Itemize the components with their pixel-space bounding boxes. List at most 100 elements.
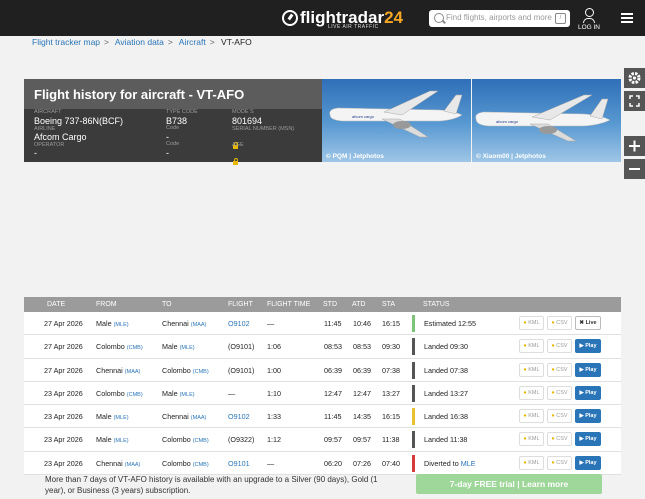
csv-download-button[interactable]: ● CSV — [547, 409, 572, 424]
mode-s-label: MODE S — [232, 109, 254, 115]
csv-download-button[interactable]: ● CSV — [547, 316, 572, 330]
play-button[interactable]: ▶ Play — [575, 339, 601, 354]
logo-icon — [282, 10, 298, 26]
to-cell[interactable]: Colombo (CMB) — [162, 366, 209, 375]
age-lock-icon[interactable] — [233, 151, 238, 169]
to-cell[interactable]: Chennai (MAA) — [162, 412, 206, 421]
kml-download-button[interactable]: ● KML — [519, 455, 544, 470]
airline-value[interactable]: Afcom Cargo — [34, 132, 87, 142]
flight-time-cell: — — [267, 458, 275, 468]
play-button[interactable]: ▶ Play — [575, 409, 601, 424]
serial-number-label: SERIAL NUMBER (MSN) — [232, 126, 295, 132]
status-cell: Diverted to MLE — [424, 458, 476, 468]
table-row[interactable]: 27 Apr 2026 Colombo (CMB) Male (MLE) (O9… — [24, 335, 621, 359]
flight-number-cell[interactable]: O9101 — [228, 459, 250, 468]
type-code-label: TYPE CODE — [166, 109, 198, 115]
kml-download-button[interactable]: ● KML — [519, 409, 544, 424]
flight-history-table-body: 27 Apr 2026 Male (MLE) Chennai (MAA) O91… — [24, 312, 621, 476]
breadcrumb-flight-tracker-map[interactable]: Flight tracker map — [32, 37, 100, 47]
free-trial-button[interactable]: 7-day FREE trial | Learn more — [416, 474, 602, 494]
breadcrumb-aircraft[interactable]: Aircraft — [179, 37, 206, 47]
table-row[interactable]: 23 Apr 2026 Male (MLE) Colombo (CMB) (O9… — [24, 428, 621, 452]
to-cell[interactable]: Male (MLE) — [162, 389, 195, 398]
search-shortcut-key: / — [555, 13, 566, 24]
from-cell[interactable]: Male (MLE) — [96, 319, 129, 328]
atd-cell: 12:47 — [353, 388, 371, 398]
play-icon: ▶ — [579, 366, 584, 373]
code2-label: Code — [166, 141, 180, 147]
csv-download-button[interactable]: ● CSV — [547, 432, 572, 447]
map-side-tools — [624, 68, 645, 182]
kml-download-button[interactable]: ● KML — [519, 432, 544, 447]
from-cell[interactable]: Male (MLE) — [96, 435, 129, 444]
status-color-bar — [412, 408, 415, 426]
play-button[interactable]: ▶ Play — [575, 385, 601, 400]
kml-download-button[interactable]: ● KML — [519, 339, 544, 354]
flight-number-cell[interactable]: O9102 — [228, 319, 250, 328]
std-cell: 09:57 — [324, 435, 342, 445]
to-cell[interactable]: Male (MLE) — [162, 342, 195, 351]
settings-gear-icon[interactable] — [624, 68, 645, 88]
col-status: STATUS — [423, 301, 450, 308]
date-cell: 23 Apr 2026 — [44, 388, 83, 398]
flight-time-cell: 1:00 — [267, 365, 281, 375]
login-button[interactable]: LOG IN — [576, 8, 602, 31]
from-cell[interactable]: Colombo (CMB) — [96, 389, 143, 398]
play-icon: ▶ — [579, 389, 584, 396]
to-cell[interactable]: Chennai (MAA) — [162, 319, 206, 328]
zoom-out-icon[interactable] — [624, 159, 645, 179]
fullscreen-icon[interactable] — [624, 91, 645, 111]
flight-number-cell: (O9101) — [228, 342, 255, 352]
live-button[interactable]: ✖ Live — [575, 316, 601, 330]
table-row[interactable]: 27 Apr 2026 Male (MLE) Chennai (MAA) O91… — [24, 312, 621, 336]
to-cell[interactable]: Colombo (CMB) — [162, 435, 209, 444]
photo-credit: © PQM | Jetphotos — [326, 153, 384, 160]
svg-text:afcom cargo: afcom cargo — [352, 114, 375, 119]
kml-download-button[interactable]: ● KML — [519, 362, 544, 377]
table-row[interactable]: 27 Apr 2026 Chennai (MAA) Colombo (CMB) … — [24, 358, 621, 382]
breadcrumb: Flight tracker map > Aviation data > Aircr… — [32, 37, 252, 47]
play-button[interactable]: ▶ Play — [575, 432, 601, 447]
sta-cell: 16:15 — [382, 319, 400, 328]
csv-download-button[interactable]: ● CSV — [547, 385, 572, 400]
login-label: LOG IN — [577, 24, 601, 31]
from-cell[interactable]: Chennai (MAA) — [96, 459, 140, 468]
aircraft-photo-2[interactable]: afcom cargo © Xiaom00 | Jetphotos — [472, 79, 621, 162]
from-cell[interactable]: Male (MLE) — [96, 412, 129, 421]
csv-download-button[interactable]: ● CSV — [547, 339, 572, 354]
flightradar24-logo[interactable]: flightradar 24 LIVE AIR TRAFFIC — [282, 6, 403, 30]
kml-download-button[interactable]: ● KML — [519, 316, 544, 330]
table-row[interactable]: 23 Apr 2026 Male (MLE) Chennai (MAA) O91… — [24, 405, 621, 429]
play-button[interactable]: ▶ Play — [575, 455, 601, 470]
play-button[interactable]: ▶ Play — [575, 362, 601, 377]
csv-download-button[interactable]: ● CSV — [547, 455, 572, 470]
status-color-bar — [412, 338, 415, 356]
flight-number-cell[interactable]: O9102 — [228, 412, 250, 421]
flight-number-cell: — — [228, 388, 236, 398]
page-title-bar: Flight history for aircraft - VT-AFO — [24, 79, 322, 109]
table-row[interactable]: 23 Apr 2026 Colombo (CMB) Male (MLE) — 1… — [24, 381, 621, 406]
aircraft-photo-1[interactable]: afcom cargo © PQM | Jetphotos — [322, 79, 471, 162]
sta-cell: 09:30 — [382, 342, 400, 352]
search-icon — [434, 13, 444, 23]
aircraft-label: AIRCRAFT — [34, 109, 62, 115]
atd-cell: 08:53 — [353, 342, 371, 352]
csv-download-button[interactable]: ● CSV — [547, 362, 572, 377]
std-cell: 08:53 — [324, 342, 342, 352]
from-cell[interactable]: Colombo (CMB) — [96, 342, 143, 351]
svg-text:afcom cargo: afcom cargo — [496, 119, 519, 124]
airplane-illustration: afcom cargo — [475, 94, 611, 142]
status-cell: Estimated 12:55 — [424, 319, 476, 328]
hamburger-menu-icon[interactable] — [621, 13, 633, 23]
search-input[interactable]: Find flights, airports and more / — [429, 10, 570, 27]
kml-download-button[interactable]: ● KML — [519, 385, 544, 400]
breadcrumb-aviation-data[interactable]: Aviation data — [115, 37, 164, 47]
status-color-bar — [412, 431, 415, 449]
table-row[interactable]: 23 Apr 2026 Chennai (MAA) Colombo (CMB) … — [24, 451, 621, 476]
page-title: Flight history for aircraft - VT-AFO — [34, 87, 245, 102]
zoom-in-icon[interactable] — [624, 136, 645, 156]
from-cell[interactable]: Chennai (MAA) — [96, 366, 140, 375]
std-cell: 12:47 — [324, 388, 342, 398]
to-cell[interactable]: Colombo (CMB) — [162, 459, 209, 468]
status-color-bar — [412, 454, 415, 472]
